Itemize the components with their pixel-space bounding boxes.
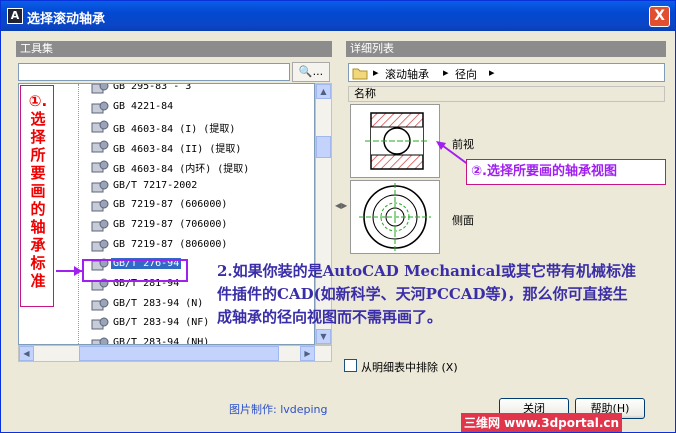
- exclude-from-bom-label[interactable]: 从明细表中排除 (X): [361, 359, 458, 375]
- tree-item-label: GB 4603-84 (I) (提取): [113, 124, 236, 136]
- annotation-arrow-icon: [56, 266, 82, 276]
- breadcrumb-item[interactable]: 滚动轴承: [385, 66, 429, 82]
- tree-item[interactable]: GB 295-83 - 3: [19, 83, 314, 98]
- tree-item[interactable]: GB 7219-87 (606000): [19, 196, 314, 216]
- app-icon: A: [7, 8, 23, 24]
- breadcrumb-separator-icon: ▸: [489, 66, 495, 79]
- tree-item-label: GB 4603-84 (内环) (提取): [113, 163, 250, 175]
- bearing-standard-icon: [91, 198, 109, 213]
- annotation-mechanical-note: 2.如果你装的是AutoCAD Mechanical或其它带有机械标准件插件的C…: [217, 262, 637, 326]
- tree-item[interactable]: GB 4603-84 (I) (提取): [19, 117, 314, 137]
- bearing-standard-icon: [91, 297, 109, 312]
- image-credit: 图片制作: lvdeping: [229, 403, 328, 416]
- annotation-select-standard: ①.选择所要画的轴承标准: [20, 85, 54, 307]
- tree-item[interactable]: GB/T 7217-2002: [19, 177, 314, 197]
- tree-item[interactable]: GB 7219-87 (706000): [19, 216, 314, 236]
- search-button[interactable]: 🔍...: [292, 62, 330, 82]
- bearing-side-view-icon: [359, 183, 431, 251]
- bearing-standard-icon: [91, 218, 109, 233]
- tree-item-label: GB/T 283-94 (N): [113, 297, 204, 309]
- scroll-thumb[interactable]: [316, 136, 331, 158]
- tree-horizontal-scrollbar[interactable]: ◀ ▶: [18, 345, 332, 362]
- scroll-up-icon[interactable]: ▲: [316, 84, 331, 99]
- tree-item[interactable]: GB/T 283-94 (NH): [19, 334, 314, 345]
- breadcrumb-separator-icon: ▸: [443, 66, 449, 79]
- bearing-standard-icon: [91, 119, 109, 134]
- tree-item-label: GB/T 283-94 (NF): [113, 317, 210, 329]
- selected-item-highlight-box: [82, 259, 188, 282]
- window-title: 选择滚动轴承: [27, 12, 106, 27]
- breadcrumb-separator-icon: ▸: [373, 66, 379, 79]
- site-watermark: 三维网 www.3dportal.cn: [461, 413, 623, 432]
- dialog-window: A 选择滚动轴承 X 工具集 🔍... GB 295-83 - 3 GB 4221…: [0, 0, 676, 433]
- tree-item-label: GB 4603-84 (II) (提取): [113, 144, 242, 156]
- title-bar[interactable]: A 选择滚动轴承 X: [1, 1, 675, 31]
- side-view-label[interactable]: 侧面: [452, 212, 474, 228]
- toolset-header: 工具集: [16, 41, 332, 57]
- hscroll-thumb[interactable]: [79, 346, 279, 361]
- side-view-thumbnail[interactable]: [350, 180, 440, 254]
- tree-item[interactable]: GB 7219-87 (806000): [19, 236, 314, 256]
- scroll-right-icon[interactable]: ▶: [300, 346, 315, 361]
- front-view-thumbnail[interactable]: [350, 104, 440, 178]
- bearing-standard-icon: [91, 159, 109, 174]
- bearing-front-view-icon: [365, 112, 429, 170]
- bearing-standard-icon: [91, 100, 109, 115]
- pane-splitter-icon[interactable]: ◀▶: [335, 201, 347, 210]
- bearing-standard-icon: [91, 179, 109, 194]
- bearing-standard-icon: [91, 238, 109, 253]
- bearing-standard-icon: [91, 139, 109, 154]
- tree-item-label: GB 7219-87 (806000): [113, 238, 228, 250]
- scroll-down-icon[interactable]: ▼: [316, 329, 331, 344]
- column-header-name[interactable]: 名称: [348, 86, 665, 102]
- tree-item-label: GB 7219-87 (606000): [113, 199, 228, 211]
- annotation-select-view: ②.选择所要画的轴承视图: [466, 159, 666, 185]
- tree-item-label: GB/T 283-94 (NH): [113, 337, 210, 345]
- tree-item[interactable]: GB 4603-84 (内环) (提取): [19, 157, 314, 177]
- detail-list-header: 详细列表: [346, 41, 666, 57]
- scroll-left-icon[interactable]: ◀: [19, 346, 34, 361]
- bearing-standard-icon: [91, 336, 109, 344]
- tree-item-label: GB 7219-87 (706000): [113, 218, 228, 230]
- tree-item[interactable]: GB 4603-84 (II) (提取): [19, 137, 314, 157]
- search-input[interactable]: [18, 63, 290, 81]
- tree-item[interactable]: GB 4221-84: [19, 98, 314, 118]
- bearing-standard-icon: [91, 84, 109, 95]
- tree-item-label: GB/T 7217-2002: [113, 179, 198, 191]
- annotation-select-standard-text: ①.选择所要画的轴承标准: [28, 92, 48, 290]
- tree-item-label: GB 4221-84: [113, 100, 174, 112]
- tree-item-label: GB 295-83 - 3: [113, 83, 192, 92]
- breadcrumb-item[interactable]: 径向: [455, 66, 477, 82]
- close-window-button[interactable]: X: [649, 6, 670, 27]
- bearing-standard-icon: [91, 316, 109, 331]
- breadcrumb[interactable]: ▸ 滚动轴承 ▸ 径向 ▸: [348, 63, 665, 82]
- exclude-from-bom-checkbox[interactable]: [344, 359, 357, 372]
- folder-icon: [352, 68, 368, 80]
